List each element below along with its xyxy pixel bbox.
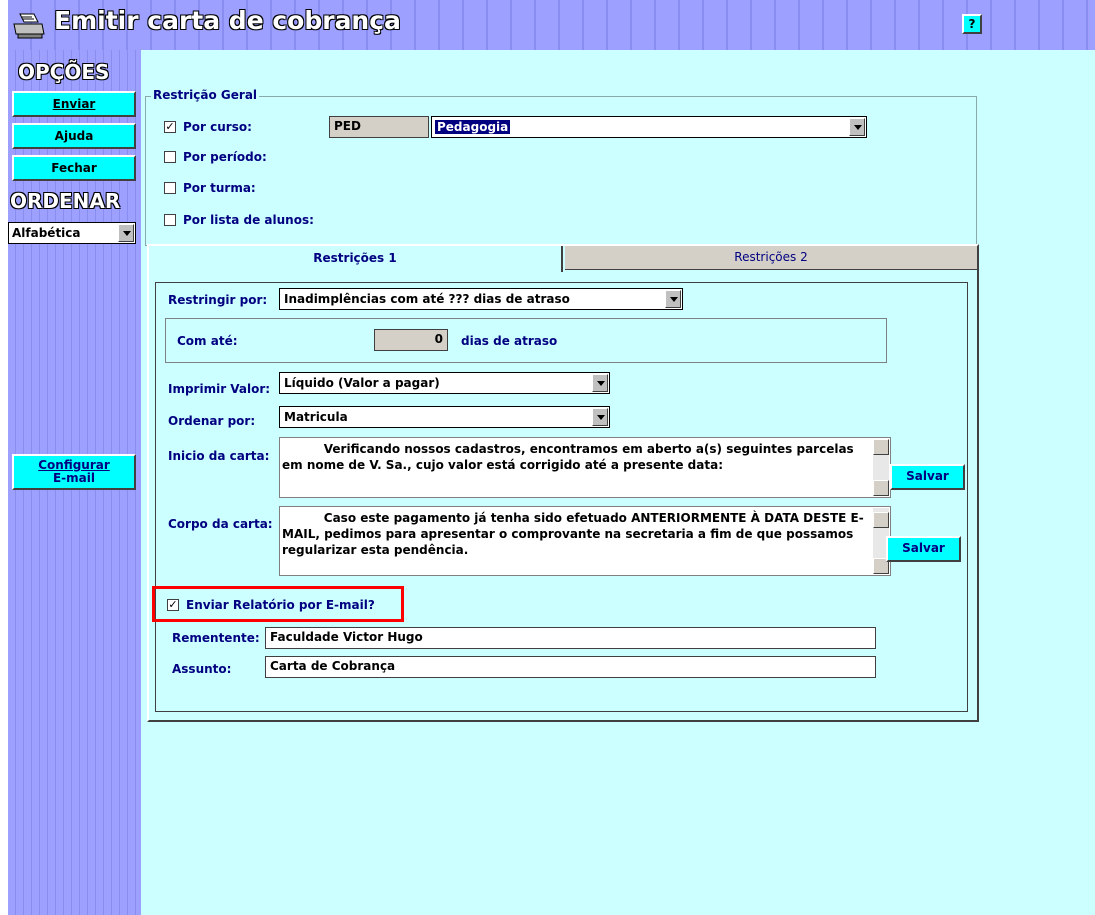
curso-select-value: Pedagogia [435, 120, 511, 134]
fechar-button[interactable]: Fechar [12, 155, 136, 181]
ordenar-por-value: Matricula [284, 410, 348, 424]
ajuda-button-label: Ajuda [54, 129, 94, 143]
assunto-input[interactable]: Carta de Cobrança [265, 656, 876, 678]
por-periodo-checkbox[interactable] [164, 151, 176, 163]
main-panel: Restrição Geral ✓ Por curso: PED Pedagog… [141, 50, 1095, 915]
chevron-down-icon[interactable] [592, 374, 608, 392]
checkmark-icon: ✓ [168, 598, 178, 611]
por-lista-label: Por lista de alunos: [183, 213, 314, 227]
por-curso-label: Por curso: [183, 120, 252, 134]
corpo-carta-textarea[interactable]: Caso este pagamento já tenha sido efetua… [279, 506, 891, 576]
imprimir-valor-value: Líquido (Valor a pagar) [284, 376, 440, 390]
chevron-down-icon[interactable] [665, 290, 681, 308]
chevron-down-icon[interactable] [118, 224, 134, 242]
fechar-button-label: Fechar [51, 161, 97, 175]
scroll-up-icon[interactable] [873, 439, 889, 455]
inicio-scrollbar[interactable] [873, 439, 889, 496]
opcoes-heading: OPÇÕES [18, 60, 110, 84]
corpo-carta-label: Corpo da carta: [168, 517, 273, 531]
ordenar-por-select[interactable]: Matricula [279, 406, 610, 428]
inicio-carta-label: Inicio da carta: [168, 449, 270, 463]
corpo-carta-text: Caso este pagamento já tenha sido efetua… [282, 511, 864, 557]
checkmark-icon: ✓ [165, 120, 175, 133]
por-turma-label: Por turma: [183, 181, 256, 195]
curso-select[interactable]: Pedagogia [431, 116, 867, 138]
dias-atraso-label: dias de atraso [461, 334, 558, 348]
tab-restricoes-2-label: Restrições 2 [734, 250, 808, 264]
assunto-label: Assunto: [172, 662, 232, 676]
salvar-corpo-button[interactable]: Salvar [886, 536, 961, 562]
printer-icon [13, 13, 45, 39]
inicio-carta-textarea[interactable]: Verificando nossos cadastros, encontramo… [279, 437, 891, 498]
restricao-geral-legend: Restrição Geral [151, 88, 260, 102]
enviar-button-label: Enviar [52, 97, 96, 111]
remetente-label: Rementente: [172, 631, 260, 645]
inicio-carta-text: Verificando nossos cadastros, encontramo… [282, 442, 858, 472]
enviar-button[interactable]: Enviar [12, 91, 136, 117]
restringir-select[interactable]: Inadimplências com até ??? dias de atras… [279, 288, 683, 310]
sidebar: OPÇÕES Enviar Ajuda Fechar ORDENAR Alfab… [8, 50, 141, 915]
restringir-label: Restringir por: [168, 293, 268, 307]
com-ate-label: Com até: [177, 334, 238, 348]
chevron-down-icon[interactable] [849, 118, 865, 136]
por-lista-checkbox[interactable] [164, 214, 176, 226]
restringir-select-value: Inadimplências com até ??? dias de atras… [284, 292, 570, 306]
por-curso-checkbox[interactable]: ✓ [164, 121, 176, 133]
scroll-up-icon[interactable] [873, 512, 889, 528]
salvar-inicio-button[interactable]: Salvar [890, 464, 965, 490]
tab-restricoes-2[interactable]: Restrições 2 [565, 246, 977, 270]
title-bar: Emitir carta de cobrança [8, 0, 1095, 50]
scroll-down-icon[interactable] [873, 480, 889, 496]
enviar-email-checkbox[interactable]: ✓ [167, 599, 179, 611]
imprimir-valor-label: Imprimir Valor: [168, 382, 271, 396]
email-label: E-mail [52, 471, 95, 485]
chevron-down-icon[interactable] [592, 408, 608, 426]
tab-restricoes-1[interactable]: Restrições 1 [149, 246, 563, 272]
por-periodo-label: Por período: [183, 150, 267, 164]
enviar-email-label: Enviar Relatório por E-mail? [186, 598, 375, 612]
ordenar-por-label: Ordenar por: [168, 414, 256, 428]
por-turma-checkbox[interactable] [164, 182, 176, 194]
window-title: Emitir carta de cobrança [54, 6, 401, 35]
curso-code-field[interactable]: PED [329, 116, 429, 138]
remetente-input[interactable]: Faculdade Victor Hugo [265, 627, 876, 649]
configurar-email-button[interactable]: Configurar E-mail [12, 454, 136, 490]
ordenar-heading: ORDENAR [10, 189, 121, 213]
ordenar-select-value: Alfabética [12, 226, 81, 240]
ajuda-button[interactable]: Ajuda [12, 123, 136, 149]
help-button[interactable]: ? [962, 14, 982, 34]
imprimir-valor-select[interactable]: Líquido (Valor a pagar) [279, 372, 610, 394]
tab-restricoes-1-label: Restrições 1 [313, 251, 397, 265]
ordenar-select[interactable]: Alfabética [8, 222, 136, 244]
com-ate-input[interactable]: 0 [374, 329, 448, 351]
